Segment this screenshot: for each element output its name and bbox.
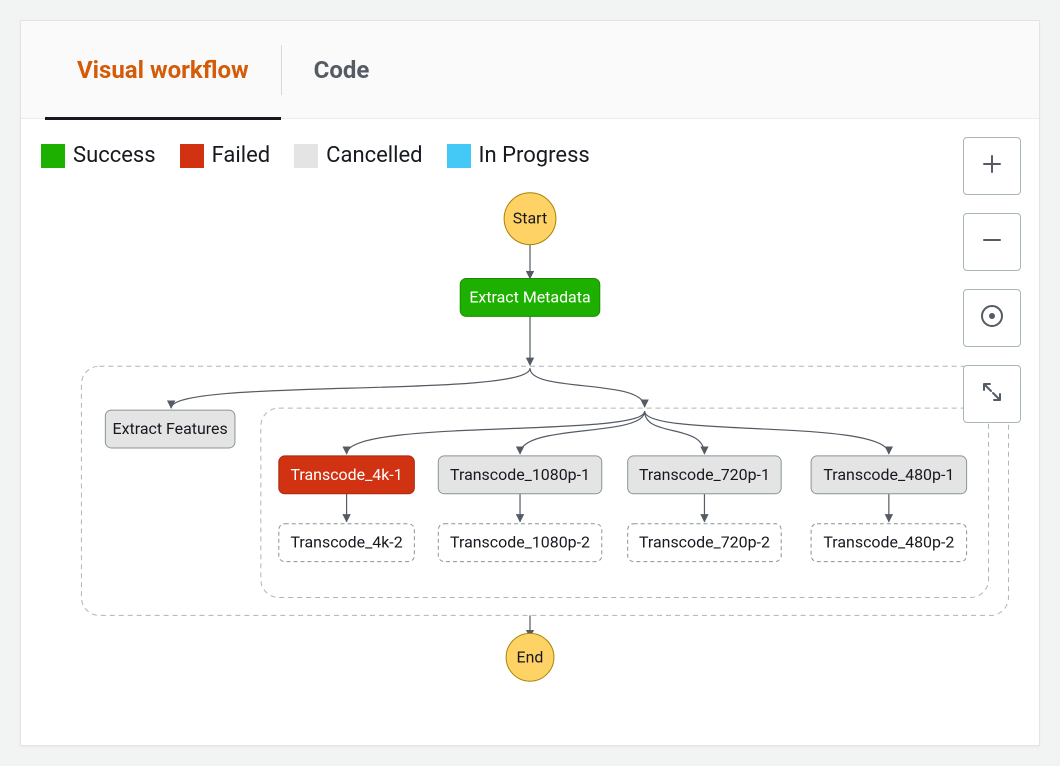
tab-visual-workflow[interactable]: Visual workflow	[45, 21, 281, 119]
swatch-failed	[180, 144, 204, 168]
node-transcode-720p-2-label: Transcode_720p-2	[639, 533, 770, 552]
edge-inner-720	[645, 411, 705, 454]
swatch-in-progress	[447, 144, 471, 168]
node-transcode-4k-1-label: Transcode_4k-1	[291, 465, 403, 484]
status-legend: Success Failed Cancelled In Progress	[41, 143, 590, 168]
tab-label: Code	[314, 56, 370, 84]
tabs-bar: Visual workflow Code	[21, 21, 1039, 119]
legend-failed: Failed	[180, 143, 271, 168]
swatch-cancelled	[294, 144, 318, 168]
center-button[interactable]	[963, 289, 1021, 347]
swatch-success	[41, 144, 65, 168]
zoom-out-button[interactable]	[963, 213, 1021, 271]
node-end-label: End	[517, 647, 544, 666]
node-extract-features-label: Extract Features	[113, 419, 228, 438]
expand-icon	[980, 380, 1004, 408]
node-transcode-480p-2-label: Transcode_480p-2	[823, 533, 954, 552]
edge-inner-1080	[520, 411, 645, 454]
edge-to-inner	[530, 368, 645, 407]
target-icon	[979, 303, 1005, 333]
legend-label: Failed	[212, 143, 271, 168]
tab-label: Visual workflow	[77, 56, 249, 84]
legend-cancelled: Cancelled	[294, 143, 422, 168]
node-transcode-1080p-2-label: Transcode_1080p-2	[450, 533, 590, 552]
edge-inner-4k	[347, 411, 645, 454]
fullscreen-button[interactable]	[963, 365, 1021, 423]
legend-in-progress: In Progress	[447, 143, 590, 168]
workflow-svg[interactable]: Start Extract Metadata Extract Features …	[21, 119, 1039, 745]
node-start-label: Start	[513, 209, 547, 228]
workflow-panel: Visual workflow Code Success Failed Canc…	[20, 20, 1040, 746]
zoom-controls	[963, 137, 1021, 423]
legend-label: Success	[73, 143, 156, 168]
plus-icon	[980, 152, 1004, 180]
tab-code[interactable]: Code	[282, 21, 402, 119]
legend-label: In Progress	[479, 143, 590, 168]
edge-to-extract-features	[171, 368, 530, 408]
legend-label: Cancelled	[326, 143, 422, 168]
node-extract-metadata-label: Extract Metadata	[469, 287, 590, 306]
node-transcode-1080p-1-label: Transcode_1080p-1	[450, 465, 590, 484]
legend-success: Success	[41, 143, 156, 168]
minus-icon	[980, 228, 1004, 256]
node-transcode-720p-1-label: Transcode_720p-1	[639, 465, 770, 484]
node-transcode-4k-2-label: Transcode_4k-2	[291, 533, 403, 552]
node-transcode-480p-1-label: Transcode_480p-1	[823, 465, 954, 484]
parallel-group-inner	[261, 408, 989, 597]
canvas-area: Success Failed Cancelled In Progress	[21, 119, 1039, 745]
zoom-in-button[interactable]	[963, 137, 1021, 195]
